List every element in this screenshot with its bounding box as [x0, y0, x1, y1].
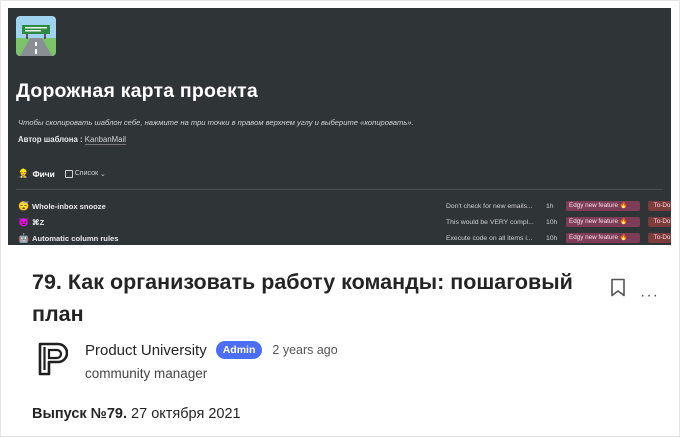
row-estimate: 10h [546, 218, 558, 226]
author-line: Product University Admin 2 years ago [85, 341, 338, 359]
row-feature-tag: Edgy new feature 🔥 [566, 233, 640, 243]
cover-divider [16, 189, 663, 190]
row-status-tag: To-Do [648, 233, 671, 243]
chevron-down-icon: ⌄ [100, 170, 106, 178]
sleeping-emoji-icon: 😴 [18, 200, 30, 211]
row-description: This would be VERY compl... [446, 218, 534, 226]
list-view-icon [64, 169, 73, 178]
robot-emoji-icon: 🤖 [18, 232, 30, 243]
row-description: Don't check for new emails... [446, 202, 533, 210]
row-feature-tag: Edgy new feature 🔥 [566, 217, 640, 227]
cover-section-title: Фичи [32, 168, 55, 179]
post-time: 2 years ago [272, 343, 338, 357]
cover-description: Чтобы скопировать шаблон себе, нажмите н… [18, 118, 414, 127]
more-icon[interactable]: ··· [640, 288, 659, 304]
issue-date: 27 октября 2021 [131, 406, 241, 422]
row-description: Execute code on all items i... [446, 234, 533, 242]
worker-emoji-icon: 👷 [18, 168, 29, 178]
row-estimate: 1h [546, 202, 554, 210]
devil-emoji-icon: 😈 [18, 216, 30, 227]
row-feature-tag: Edgy new feature 🔥 [566, 201, 640, 211]
bookmark-icon[interactable] [610, 278, 626, 302]
roadmap-icon [16, 16, 56, 56]
post-title[interactable]: 79. Как организовать работу команды: пош… [32, 266, 592, 330]
cover-row: 😴 Whole-inbox snooze Don't check for new… [18, 198, 671, 214]
cover-row: 😈 ⌘Z This would be VERY compl... 10h Edg… [18, 214, 671, 230]
cover-image[interactable]: Дорожная карта проекта Чтобы скопировать… [8, 8, 671, 245]
product-university-logo[interactable] [38, 342, 69, 376]
cover-row: 🤖 Automatic column rules Execute code on… [18, 230, 671, 245]
row-status-tag: To-Do [648, 201, 671, 211]
view-label: Список [74, 170, 99, 177]
issue-label: Выпуск №79. [32, 406, 127, 422]
admin-badge: Admin [215, 341, 263, 359]
cover-author: Автор шаблона : KanbanMail [18, 135, 126, 145]
cover-author-link: KanbanMail [84, 135, 126, 145]
author-name[interactable]: Product University [85, 342, 207, 359]
row-estimate: 10h [546, 234, 558, 242]
view-selector: Список ⌄ [64, 169, 106, 178]
author-role: community manager [85, 366, 208, 381]
cover-author-label: Автор шаблона : [18, 135, 83, 144]
cover-title: Дорожная карта проекта [16, 80, 258, 102]
issue-line: Выпуск №79. 27 октября 2021 [32, 406, 241, 422]
cover-section-header: 👷 Фичи Список ⌄ [18, 168, 106, 179]
row-status-tag: To-Do [648, 217, 671, 227]
